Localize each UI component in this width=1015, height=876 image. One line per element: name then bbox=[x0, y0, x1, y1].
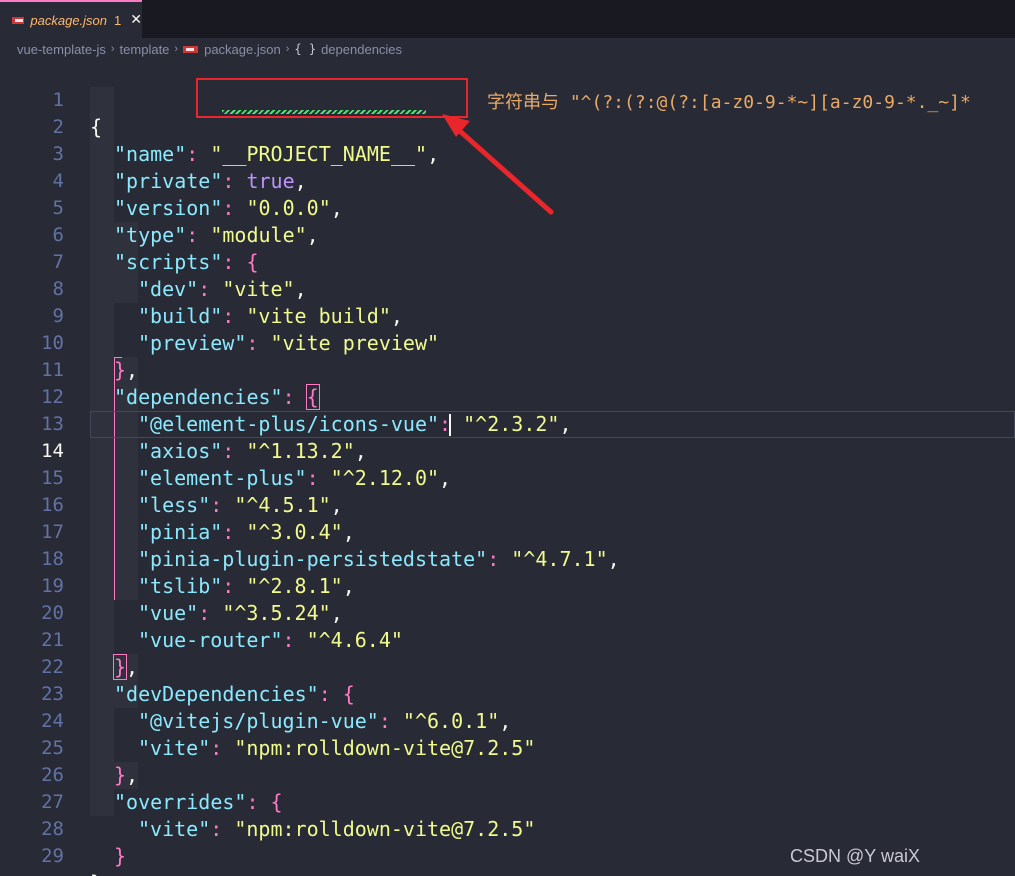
chevron-right-icon: › bbox=[174, 43, 179, 55]
text-cursor bbox=[449, 414, 451, 436]
brace: } bbox=[114, 844, 127, 868]
code-line: 9 "preview": "vite preview" bbox=[0, 276, 1015, 355]
code-line-active: 14 "element-plus": "^2.12.0", bbox=[0, 411, 1015, 490]
code-line: 15 "less": "^4.5.1", bbox=[0, 438, 1015, 517]
code-line: 4 "version": "0.0.0", bbox=[0, 141, 1015, 220]
code-line: 20 "vue-router": "^4.6.4" bbox=[0, 573, 1015, 652]
npm-icon bbox=[12, 16, 25, 24]
tab-package-json[interactable]: package.json 1 ✕ bbox=[0, 0, 142, 38]
code-line: 16 "pinia": "^3.0.4", bbox=[0, 465, 1015, 544]
code-line: 10 }, bbox=[0, 303, 1015, 382]
code-line: 11 "dependencies": { bbox=[0, 330, 1015, 410]
code-line: 26 "overrides": { bbox=[0, 735, 1015, 814]
code-line: 6 "scripts": { bbox=[0, 195, 1015, 274]
npm-icon bbox=[183, 45, 199, 53]
inline-error-hint: 字符串与 "^(?:(?:@(?:[a-z0-9-*~][a-z0-9-*._~… bbox=[487, 92, 971, 113]
code-line: 24 "vite": "npm:rolldown-vite@7.2.5" bbox=[0, 681, 1015, 760]
code-line: 23 "@vitejs/plugin-vue": "^6.0.1", bbox=[0, 654, 1015, 733]
breadcrumb-item-folder[interactable]: vue-template-js bbox=[17, 42, 106, 57]
chevron-right-icon: › bbox=[110, 43, 115, 55]
code-line: 29 } bbox=[0, 816, 1015, 876]
annotation-highlight-box bbox=[196, 78, 468, 118]
breadcrumb-item-template[interactable]: template bbox=[120, 42, 170, 57]
line-number: 29 bbox=[41, 845, 64, 867]
code-line: 3 "private": true, bbox=[0, 114, 1015, 193]
code-line: 13 "axios": "^1.13.2", bbox=[0, 384, 1015, 463]
close-icon[interactable]: ✕ bbox=[130, 12, 142, 28]
problem-count-badge: 1 bbox=[114, 12, 122, 28]
tab-bar: package.json 1 ✕ bbox=[0, 0, 1015, 38]
code-line: 27 "vite": "npm:rolldown-vite@7.2.5" bbox=[0, 762, 1015, 841]
code-line: 1 { bbox=[0, 60, 1015, 139]
code-line: 5 "type": "module", bbox=[0, 168, 1015, 247]
code-line: 22 "devDependencies": { bbox=[0, 627, 1015, 706]
watermark: CSDN @Y waiX bbox=[790, 846, 920, 866]
code-line: 19 "vue": "^3.5.24", bbox=[0, 546, 1015, 625]
code-line: 8 "build": "vite build", bbox=[0, 249, 1015, 328]
code-line: 18 "tslib": "^2.8.1", bbox=[0, 519, 1015, 598]
code-editor[interactable]: 1 { 2 "name": "__PROJECT_NAME__", 3 "pri… bbox=[0, 60, 1015, 876]
object-symbol-icon: { } bbox=[294, 42, 317, 56]
code-line: 12 "@element-plus/icons-vue": "^2.3.2", bbox=[0, 357, 1015, 436]
breadcrumb-item-file[interactable]: package.json bbox=[204, 42, 281, 57]
code-line: 25 }, bbox=[0, 708, 1015, 787]
brace: } bbox=[90, 871, 102, 876]
code-line: 7 "dev": "vite", bbox=[0, 222, 1015, 301]
code-line: 17 "pinia-plugin-persistedstate": "^4.7.… bbox=[0, 492, 1015, 571]
breadcrumb-item-dependencies[interactable]: dependencies bbox=[321, 42, 402, 57]
tab-title: package.json bbox=[30, 12, 108, 28]
code-line: 21 }, bbox=[0, 600, 1015, 680]
chevron-right-icon: › bbox=[285, 43, 290, 55]
code-line: 28 } bbox=[0, 789, 1015, 868]
breadcrumb: vue-template-js › template › package.jso… bbox=[0, 38, 1015, 60]
